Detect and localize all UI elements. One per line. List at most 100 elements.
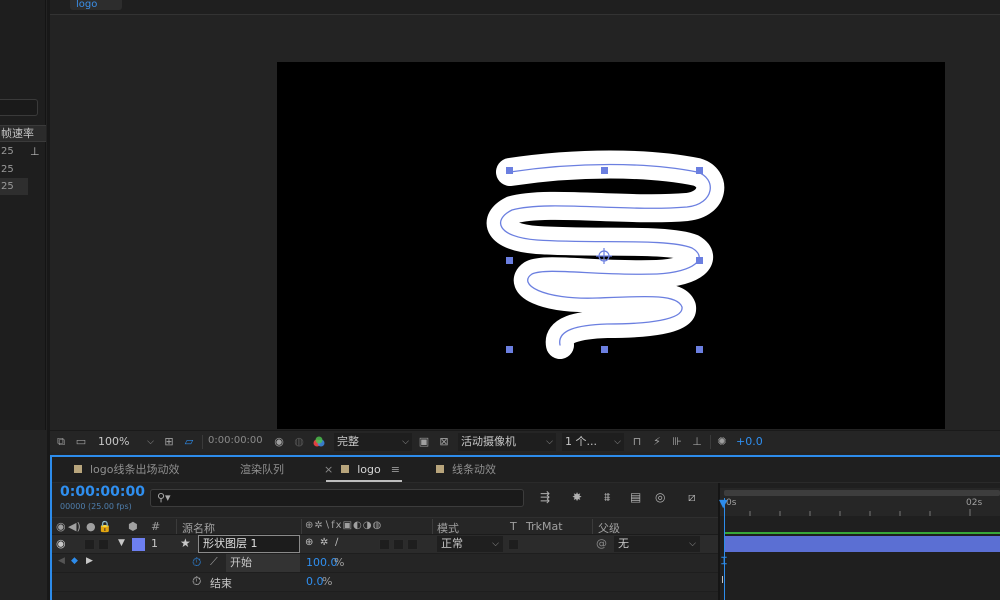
tab-label: logo线条出场动效 xyxy=(90,463,180,476)
resolution-value: 完整 xyxy=(337,435,359,448)
shy-switch-icon[interactable]: ⊕ xyxy=(305,537,313,548)
eye-icon[interactable]: ◉ xyxy=(56,537,66,550)
stopwatch-icon[interactable]: ⏱ xyxy=(192,574,201,589)
solo-switch-icon[interactable]: ● xyxy=(86,520,96,533)
collapse-switch-icon[interactable]: ✲ xyxy=(320,537,328,548)
parent-header[interactable]: 父级 xyxy=(598,520,620,536)
cache-indicator xyxy=(724,532,1000,534)
monitor-icon[interactable]: ▭ xyxy=(74,435,88,449)
ruler-start-label: 0s xyxy=(726,498,737,508)
draft-3d-icon[interactable]: ✸ xyxy=(572,490,582,504)
work-area-bar[interactable] xyxy=(724,490,1000,496)
switch-box[interactable] xyxy=(393,539,404,550)
grid-guides-icon[interactable]: ⊞ xyxy=(162,435,176,449)
snapshot-camera-icon[interactable]: ◉ xyxy=(272,435,286,449)
graph-editor-icon[interactable]: ⧄ xyxy=(688,490,696,505)
property-name: 开始 xyxy=(226,554,300,572)
tab-render-queue[interactable]: 渲染队列 xyxy=(240,457,284,483)
preserve-transparency-toggle[interactable] xyxy=(508,539,519,550)
stopwatch-icon[interactable]: ⏱ xyxy=(192,555,201,570)
project-column-header[interactable]: 帧速率 xyxy=(0,125,46,142)
tab-logo-exit-animation[interactable]: logo线条出场动效 xyxy=(74,457,180,483)
tab-label: 渲染队列 xyxy=(240,463,284,476)
hide-shy-layers-icon[interactable]: ⩩ xyxy=(604,490,610,505)
panel-menu-icon[interactable]: ≡ xyxy=(391,463,400,476)
camera-value: 活动摄像机 xyxy=(461,435,516,448)
quality-switch-icon[interactable]: ∕ xyxy=(335,537,338,548)
trkmat-header[interactable]: TrkMat xyxy=(526,520,563,533)
project-search-field[interactable] xyxy=(0,99,38,116)
composition-flowchart-icon[interactable]: ⇶ xyxy=(540,490,550,504)
resolution-dropdown[interactable]: 完整 ⌵ xyxy=(334,433,412,451)
layer-label-color[interactable] xyxy=(132,538,145,551)
exposure-value[interactable]: +0.0 xyxy=(736,435,763,448)
audio-switch-icon[interactable]: ◀) xyxy=(68,520,81,533)
region-of-interest-icon[interactable]: ▣ xyxy=(417,435,431,449)
column-divider xyxy=(301,519,302,534)
view-layout-dropdown[interactable]: 1 个... ⌵ xyxy=(562,433,624,451)
project-item-row-selected[interactable]: 25 xyxy=(0,178,28,195)
layer-row[interactable]: ◉ ▼ 1 ★ 形状图层 1 ⊕ ✲ ∕ 正常 ⌵ @ 无 ⌵ xyxy=(52,535,718,554)
camera-dropdown[interactable]: 活动摄像机 ⌵ xyxy=(458,433,556,451)
lock-icon[interactable]: 🔒 xyxy=(98,520,112,533)
close-tab-icon[interactable]: × xyxy=(324,463,333,476)
tab-line-animation[interactable]: 线条动效 xyxy=(436,457,496,483)
playhead-handle-icon[interactable]: ▼ xyxy=(719,497,727,510)
tab-label: logo xyxy=(357,463,381,476)
next-keyframe-icon[interactable]: ▶ xyxy=(86,556,93,566)
expand-arrow-icon[interactable]: ▼ xyxy=(118,538,125,548)
switch-box[interactable] xyxy=(407,539,418,550)
source-name-header[interactable]: 源名称 xyxy=(182,520,215,536)
magnification-value: 100% xyxy=(98,435,130,448)
label-tag-icon[interactable]: ⬢ xyxy=(128,520,138,533)
preserve-transparency-header: T xyxy=(510,520,517,533)
solo-toggle[interactable] xyxy=(84,539,95,550)
layer-name-field[interactable]: 形状图层 1 xyxy=(198,535,300,553)
blend-mode-dropdown[interactable]: 正常 ⌵ xyxy=(437,536,503,552)
layer-search-input[interactable]: ⚲▾ xyxy=(150,489,524,507)
timeline-icon[interactable]: ⊪ xyxy=(670,435,684,449)
pick-whip-icon[interactable]: @ xyxy=(596,537,607,550)
property-value[interactable]: 100.0 xyxy=(306,556,338,569)
prev-keyframe-icon[interactable]: ◀ xyxy=(58,556,65,566)
parent-dropdown[interactable]: 无 ⌵ xyxy=(614,536,700,552)
toggle-pixel-aspect-icon[interactable]: ⊓ xyxy=(630,435,644,449)
lock-toggle[interactable] xyxy=(98,539,109,550)
flowchart-icon[interactable]: ⊥ xyxy=(690,435,704,449)
graph-icon[interactable]: ⟋ xyxy=(210,555,218,569)
reset-exposure-icon[interactable]: ✺ xyxy=(715,435,729,449)
hierarchy-icon: ⊥ xyxy=(30,145,40,158)
keyframe-marker-icon[interactable]: ⌶ xyxy=(721,556,727,567)
fast-preview-icon[interactable]: ⚡ xyxy=(650,435,664,449)
frame-rate-value: 25 xyxy=(1,164,14,175)
viewer-toolbar: ⧉ ▭ 100% ⌵ ⊞ ▱ 0:00:00:00 ◉ ◍ 完整 ⌵ ▣ ⊠ 活… xyxy=(50,430,1000,452)
timeline-tab-bar: logo线条出场动效 渲染队列 × logo ≡ 线条动效 xyxy=(52,457,1000,483)
spiral-stroke[interactable] xyxy=(486,150,725,359)
composition-label-swatch xyxy=(74,465,82,473)
always-preview-icon[interactable]: ⧉ xyxy=(54,435,68,449)
project-item-row[interactable]: 25 ⊥ xyxy=(0,143,46,160)
mask-visibility-icon[interactable]: ▱ xyxy=(182,435,196,449)
show-snapshot-icon[interactable]: ◍ xyxy=(292,435,306,449)
current-time-indicator[interactable] xyxy=(724,498,725,600)
current-time-display[interactable]: 0:00:00:00 xyxy=(60,484,145,500)
viewer-timecode[interactable]: 0:00:00:00 xyxy=(208,435,263,446)
mode-header[interactable]: 模式 xyxy=(437,520,459,536)
composition-tab[interactable]: logo xyxy=(70,0,122,10)
property-row-end[interactable]: ⏱ 结束 0.0 % xyxy=(52,573,718,592)
property-value[interactable]: 0.0 xyxy=(306,575,324,588)
layer-duration-bar[interactable] xyxy=(724,536,1000,552)
video-switch-icon[interactable]: ◉ xyxy=(56,520,66,533)
magnification-dropdown[interactable]: 100% ⌵ xyxy=(95,433,157,451)
property-row-start[interactable]: ◀ ◆ ▶ ⏱ ⟋ 开始 100.0 % xyxy=(52,554,718,573)
switch-box[interactable] xyxy=(379,539,390,550)
motion-blur-icon[interactable]: ◎ xyxy=(655,490,665,504)
project-item-row[interactable]: 25 xyxy=(0,161,46,178)
chevron-down-icon: ⌵ xyxy=(147,437,154,447)
transparency-grid-icon[interactable]: ⊠ xyxy=(437,435,451,449)
composition-canvas[interactable] xyxy=(277,62,945,429)
keyframe-diamond-icon[interactable]: ◆ xyxy=(71,556,78,566)
keyframe-marker-icon[interactable]: I xyxy=(721,575,724,586)
frame-blending-icon[interactable]: ▤ xyxy=(630,490,641,504)
color-channels-icon[interactable] xyxy=(312,435,326,449)
